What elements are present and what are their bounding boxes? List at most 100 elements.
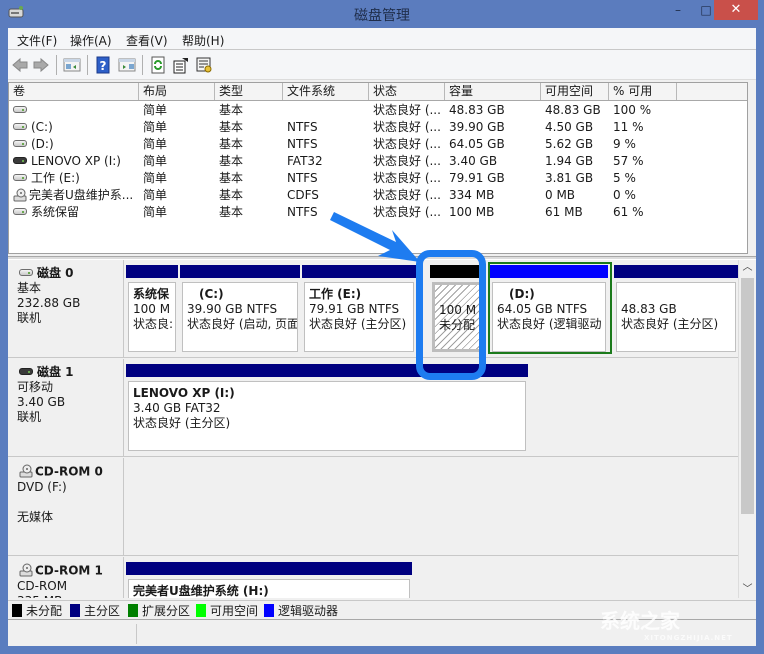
removable-disk-icon bbox=[13, 157, 27, 164]
cell-layout: 简单 bbox=[143, 188, 168, 202]
disk-1-label[interactable]: 磁盘 1 可移动 3.40 GB 联机 bbox=[8, 359, 124, 456]
legend-primary: 主分区 bbox=[70, 604, 120, 618]
partition-size: 100 M bbox=[133, 302, 171, 316]
legend-label: 未分配 bbox=[26, 604, 63, 618]
cell-layout: 简单 bbox=[143, 120, 168, 134]
column-header-status[interactable]: 状态 bbox=[369, 83, 445, 100]
legend-free-space: 可用空间 bbox=[196, 604, 258, 618]
window-title: 磁盘管理 bbox=[354, 8, 410, 24]
partition-unnamed-primary[interactable]: 48.83 GB 状态良好 (主分区) bbox=[614, 265, 738, 355]
show-action-pane-icon[interactable] bbox=[118, 56, 136, 74]
cell-free: 3.81 GB bbox=[545, 171, 594, 185]
partition-unallocated[interactable]: 100 M 未分配 bbox=[430, 265, 486, 355]
cell-status: 状态良好 (... bbox=[373, 120, 441, 134]
menu-help[interactable]: 帮助(H) bbox=[182, 32, 224, 49]
volume-row[interactable]: 简单 基本 状态良好 (... 48.83 GB 48.83 GB 100 % bbox=[9, 102, 747, 119]
scroll-down-arrow-icon[interactable]: ﹀ bbox=[739, 582, 756, 598]
cdrom-1-label[interactable]: CD-ROM 1 CD-ROM 335 MB bbox=[8, 557, 124, 598]
column-header-volume[interactable]: 卷 bbox=[9, 83, 139, 100]
volume-row[interactable]: 工作 (E:) 简单 基本 NTFS 状态良好 (... 79.91 GB 3.81 GB 5… bbox=[9, 170, 747, 187]
legend-label: 扩展分区 bbox=[142, 604, 191, 618]
partition-size: 100 M bbox=[439, 303, 477, 317]
cell-capacity: 64.05 GB bbox=[449, 137, 505, 151]
legend-label: 可用空间 bbox=[210, 604, 259, 618]
cell-type: 基本 bbox=[219, 171, 244, 185]
disk-size: 335 MB bbox=[17, 594, 123, 598]
partition-e[interactable]: 工作 (E:) 79.91 GB NTFS 状态良好 (主分区) bbox=[302, 265, 416, 355]
disk-kind: DVD (F:) bbox=[17, 480, 67, 494]
minimize-button[interactable]: – bbox=[664, 0, 692, 20]
partition-system-reserved[interactable]: 系统保 100 M 状态良: bbox=[126, 265, 178, 355]
scroll-up-arrow-icon[interactable]: ︿ bbox=[739, 260, 756, 276]
close-button[interactable]: ✕ bbox=[714, 0, 758, 20]
cell-type: 基本 bbox=[219, 205, 244, 219]
hard-disk-icon bbox=[13, 208, 27, 215]
partition-size: 48.83 GB bbox=[621, 302, 677, 316]
scroll-thumb[interactable] bbox=[741, 278, 754, 514]
legend-label: 逻辑驱动器 bbox=[278, 604, 339, 618]
menu-file[interactable]: 文件(F) bbox=[17, 32, 57, 49]
column-header-capacity[interactable]: 容量 bbox=[445, 83, 541, 100]
column-header-type[interactable]: 类型 bbox=[215, 83, 283, 100]
partition-c[interactable]: (C:) 39.90 GB NTFS 状态良好 (启动, 页面 bbox=[180, 265, 300, 355]
disk-0-label[interactable]: 磁盘 0 基本 232.88 GB 联机 bbox=[8, 260, 124, 357]
volume-name: (D:) bbox=[31, 137, 54, 151]
volume-row[interactable]: (D:) 简单 基本 NTFS 状态良好 (... 64.05 GB 5.62 GB 9 % bbox=[9, 136, 747, 153]
partition-size: 64.05 GB NTFS bbox=[497, 302, 588, 316]
cell-layout: 简单 bbox=[143, 103, 168, 117]
cell-capacity: 48.83 GB bbox=[449, 103, 505, 117]
partition-h[interactable]: 完美者U盘维护系统 (H:) bbox=[126, 562, 412, 598]
volume-row[interactable]: (C:) 简单 基本 NTFS 状态良好 (... 39.90 GB 4.50 GB 11 % bbox=[9, 119, 747, 136]
show-console-tree-icon[interactable] bbox=[63, 56, 81, 74]
disk-size: 232.88 GB bbox=[17, 296, 81, 310]
column-header-percent-free[interactable]: % 可用 bbox=[609, 83, 677, 100]
volume-row[interactable]: 系统保留 简单 基本 NTFS 状态良好 (... 100 MB 61 MB 61 % bbox=[9, 204, 747, 221]
cell-pct: 11 % bbox=[613, 120, 644, 134]
column-header-layout[interactable]: 布局 bbox=[139, 83, 215, 100]
disk-area-scrollbar[interactable]: ︿ ﹀ bbox=[738, 260, 756, 598]
disk-row-1: 磁盘 1 可移动 3.40 GB 联机 LENOVO XP (I:) 3.40 … bbox=[8, 359, 738, 457]
partition-status: 状态良: bbox=[133, 317, 174, 331]
legend-unallocated: 未分配 bbox=[12, 604, 62, 618]
title-bar: 磁盘管理 – □ ✕ bbox=[0, 0, 764, 28]
back-icon[interactable] bbox=[11, 56, 29, 74]
disk-row-0: 磁盘 0 基本 232.88 GB 联机 系统保 100 M 状态良: (C:)… bbox=[8, 260, 738, 358]
partition-body: 系统保 100 M 状态良: bbox=[128, 282, 176, 352]
cell-pct: 61 % bbox=[613, 205, 644, 219]
partition-size: 39.90 GB NTFS bbox=[187, 302, 278, 316]
forward-icon[interactable] bbox=[32, 56, 50, 74]
partition-bar bbox=[430, 265, 486, 278]
legend-logical: 逻辑驱动器 bbox=[264, 604, 338, 618]
partition-name: 系统保 bbox=[133, 287, 170, 301]
partition-bar bbox=[490, 265, 608, 278]
column-header-free-space[interactable]: 可用空间 bbox=[541, 83, 609, 100]
cell-free: 1.94 GB bbox=[545, 154, 594, 168]
partition-status: 状态良好 (逻辑驱动 bbox=[497, 317, 602, 331]
volume-row[interactable]: 完美者U盘维护系... 简单 基本 CDFS 状态良好 (... 334 MB 0 MB 0 … bbox=[9, 187, 747, 204]
disk-kind: CD-ROM bbox=[17, 579, 68, 593]
partition-d[interactable]: (D:) 64.05 GB NTFS 状态良好 (逻辑驱动 bbox=[490, 265, 608, 355]
status-divider bbox=[136, 624, 137, 644]
volume-name: 完美者U盘维护系... bbox=[29, 188, 134, 202]
removable-disk-icon bbox=[19, 368, 33, 375]
menu-action[interactable]: 操作(A) bbox=[70, 32, 112, 49]
partition-name: (C:) bbox=[199, 287, 224, 301]
settings-icon[interactable] bbox=[195, 56, 213, 74]
partition-i[interactable]: LENOVO XP (I:) 3.40 GB FAT32 状态良好 (主分区) bbox=[126, 364, 528, 454]
disk-name: CD-ROM 0 bbox=[35, 464, 103, 479]
column-header-filesystem[interactable]: 文件系统 bbox=[283, 83, 369, 100]
help-icon[interactable]: ? bbox=[94, 56, 112, 74]
properties-icon[interactable] bbox=[172, 56, 190, 74]
menu-view[interactable]: 查看(V) bbox=[126, 32, 168, 49]
partition-bar bbox=[126, 562, 412, 575]
partition-body: 48.83 GB 状态良好 (主分区) bbox=[616, 282, 736, 352]
watermark-subtext: XITONGZHIJIA.NET bbox=[644, 634, 733, 642]
volume-name: 系统保留 bbox=[31, 205, 80, 219]
volume-list-header: 卷 布局 类型 文件系统 状态 容量 可用空间 % 可用 bbox=[9, 83, 747, 101]
hard-disk-icon bbox=[13, 140, 27, 147]
refresh-icon[interactable] bbox=[149, 56, 167, 74]
toolbar-separator bbox=[56, 55, 57, 75]
volume-row[interactable]: LENOVO XP (I:) 简单 基本 FAT32 状态良好 (... 3.40 GB 1… bbox=[9, 153, 747, 170]
cdrom-0-label[interactable]: CD-ROM 0 DVD (F:) 无媒体 bbox=[8, 458, 124, 555]
cell-volume: (C:) bbox=[11, 119, 139, 136]
